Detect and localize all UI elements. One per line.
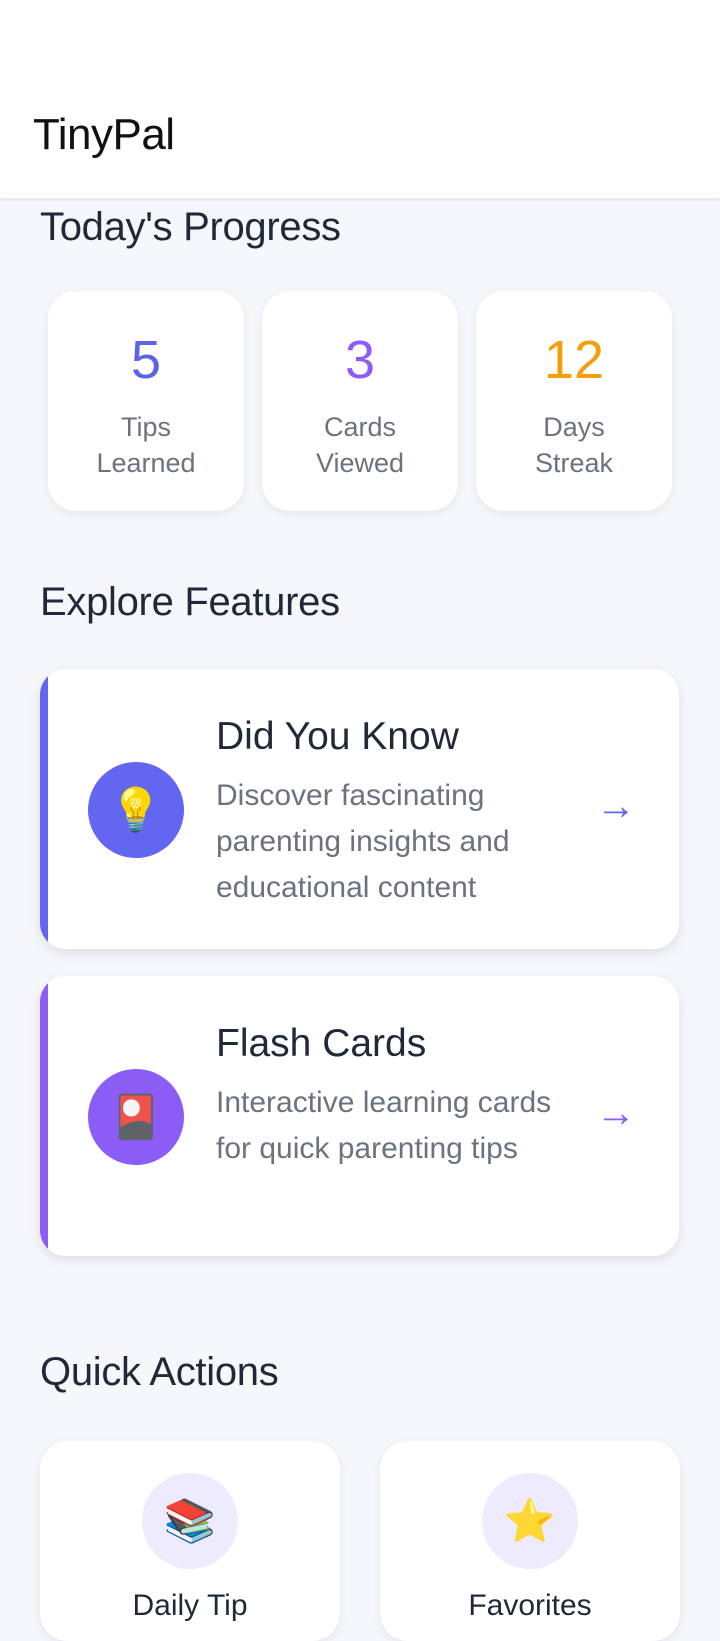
books-icon: 📚 (142, 1473, 238, 1569)
stat-label: Days Streak (534, 412, 614, 478)
lightbulb-icon: 💡 (88, 762, 184, 858)
quick-action-label: Favorites (468, 1589, 592, 1622)
star-icon: ⭐ (482, 1473, 578, 1569)
quick-action-favorites[interactable]: ⭐ Favorites (380, 1441, 680, 1641)
feature-title: Did You Know (216, 715, 459, 758)
feature-title: Flash Cards (216, 1022, 427, 1065)
stat-card-tips-learned: 5 Tips Learned (48, 291, 244, 511)
stat-value: 5 (130, 330, 162, 390)
card-accent-bar (40, 669, 48, 949)
arrow-right-icon[interactable]: → (596, 1088, 636, 1138)
stat-value: 12 (543, 330, 605, 390)
feature-description: Interactive learning cards for quick par… (216, 1086, 552, 1165)
flash-card-icon: 🎴 (88, 1069, 184, 1165)
app-title: TinyPal (33, 110, 175, 159)
stat-card-days-streak: 12 Days Streak (476, 291, 672, 511)
stat-card-cards-viewed: 3 Cards Viewed (262, 291, 458, 511)
quick-action-label: Daily Tip (132, 1589, 248, 1622)
arrow-right-icon[interactable]: → (596, 781, 636, 831)
feature-card-flash-cards[interactable]: 🎴 Flash Cards Interactive learning cards… (40, 976, 679, 1256)
feature-description: Discover fascinating parenting insights … (216, 779, 510, 904)
progress-section-title: Today's Progress (40, 205, 341, 249)
stat-label: Cards Viewed (315, 412, 405, 478)
features-section-title: Explore Features (40, 580, 340, 624)
feature-card-did-you-know[interactable]: 💡 Did You Know Discover fascinating pare… (40, 669, 679, 949)
quick-actions-section-title: Quick Actions (40, 1350, 279, 1394)
stat-label: Tips Learned (96, 412, 196, 478)
quick-action-daily-tip[interactable]: 📚 Daily Tip (40, 1441, 340, 1641)
stat-value: 3 (344, 330, 376, 390)
card-accent-bar (40, 976, 48, 1256)
app-header: TinyPal (0, 0, 720, 198)
